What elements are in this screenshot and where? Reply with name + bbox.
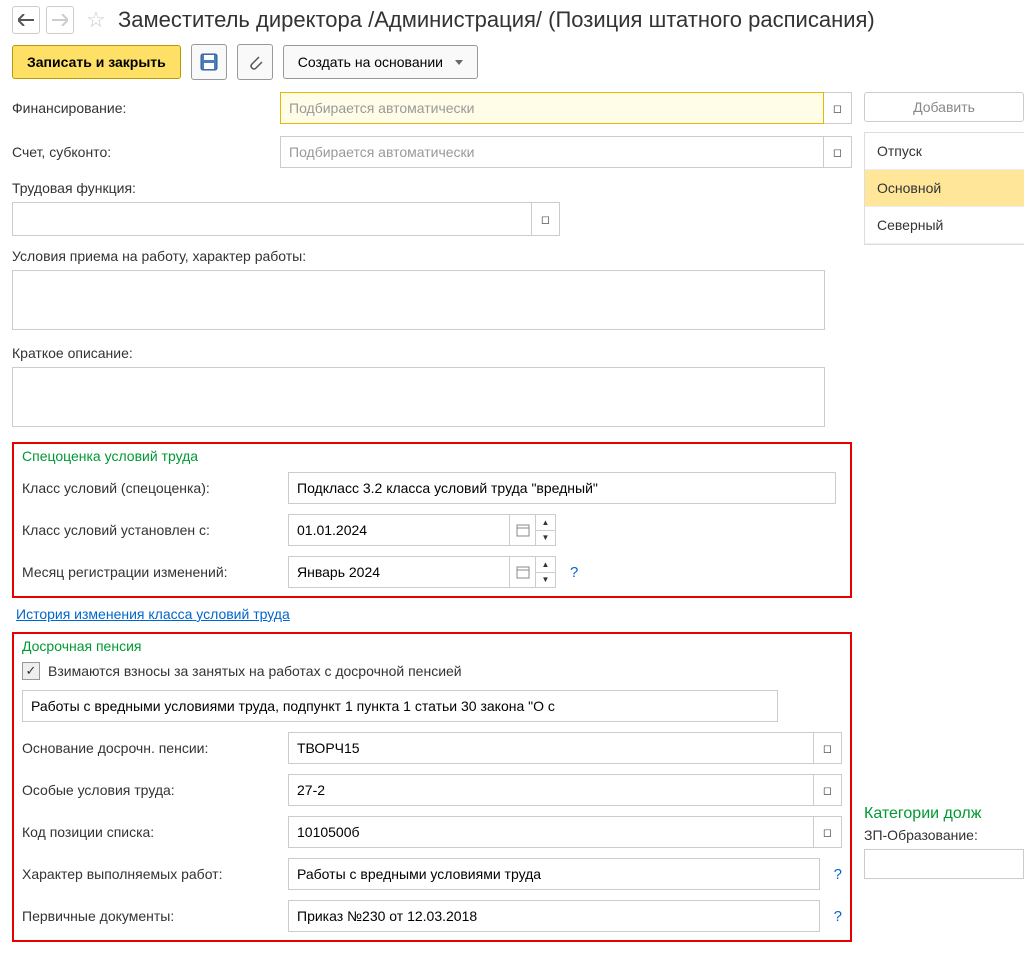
class-set-from-label: Класс условий установлен с:	[22, 522, 280, 538]
special-conditions-label: Особые условия труда:	[22, 782, 280, 798]
calendar-icon[interactable]	[510, 556, 536, 588]
labor-function-label: Трудовая функция:	[12, 180, 852, 196]
special-assessment-group: Спецоценка условий труда Класс условий (…	[12, 442, 852, 598]
employment-conditions-textarea[interactable]	[12, 270, 825, 330]
calendar-icon[interactable]	[510, 514, 536, 546]
spin-down-icon[interactable]: ▼	[536, 531, 555, 546]
help-icon[interactable]: ?	[834, 866, 842, 883]
add-button[interactable]: Добавить	[864, 92, 1024, 122]
create-based-on-button[interactable]: Создать на основании	[283, 45, 478, 79]
create-based-on-label: Создать на основании	[298, 54, 443, 70]
financing-open-icon[interactable]: ◻	[824, 92, 852, 124]
class-set-from-input[interactable]	[288, 514, 510, 546]
labor-function-open-icon[interactable]: ◻	[532, 202, 560, 236]
help-icon[interactable]: ?	[834, 908, 842, 925]
position-code-input[interactable]	[288, 816, 814, 848]
account-label: Счет, субконто:	[12, 144, 272, 160]
short-description-label: Краткое описание:	[12, 345, 852, 361]
zp-education-input[interactable]	[864, 849, 1024, 879]
primary-docs-input[interactable]	[288, 900, 820, 932]
labor-function-input[interactable]	[12, 202, 532, 236]
favorite-star-icon[interactable]: ☆	[84, 8, 108, 32]
help-icon[interactable]: ?	[570, 564, 578, 581]
categories-title: Категории долж	[864, 805, 1024, 823]
attach-button[interactable]	[237, 44, 273, 80]
work-character-input[interactable]	[288, 858, 820, 890]
work-character-label: Характер выполняемых работ:	[22, 866, 280, 882]
pension-basis-label: Основание досрочн. пенсии:	[22, 740, 280, 756]
early-pension-title: Досрочная пенсия	[22, 638, 842, 654]
primary-docs-label: Первичные документы:	[22, 908, 280, 924]
lookup-open-icon[interactable]: ◻	[814, 774, 842, 806]
reg-month-label: Месяц регистрации изменений:	[22, 564, 280, 580]
account-open-icon[interactable]: ◻	[824, 136, 852, 168]
save-and-close-button[interactable]: Записать и закрыть	[12, 45, 181, 79]
vacation-type-list: Отпуск Основной Северный	[864, 132, 1024, 245]
financing-input[interactable]	[280, 92, 824, 124]
short-description-textarea[interactable]	[12, 367, 825, 427]
save-button[interactable]	[191, 44, 227, 80]
early-pension-group: Досрочная пенсия ✓ Взимаются взносы за з…	[12, 632, 852, 942]
list-item[interactable]: Основной	[865, 170, 1024, 207]
pension-contrib-checkbox[interactable]: ✓	[22, 662, 40, 680]
reg-month-input[interactable]	[288, 556, 510, 588]
nav-forward-button[interactable]	[46, 6, 74, 34]
account-input[interactable]	[280, 136, 824, 168]
position-code-label: Код позиции списка:	[22, 824, 280, 840]
pension-basis-input[interactable]	[288, 732, 814, 764]
class-conditions-input[interactable]	[288, 472, 836, 504]
employment-conditions-label: Условия приема на работу, характер работ…	[12, 248, 852, 264]
lookup-open-icon[interactable]: ◻	[814, 816, 842, 848]
spin-up-icon[interactable]: ▲	[536, 557, 555, 573]
page-title: Заместитель директора /Администрация/ (П…	[118, 7, 875, 33]
list-item[interactable]: Северный	[865, 207, 1024, 244]
spin-down-icon[interactable]: ▼	[536, 573, 555, 588]
zp-education-label: ЗП-Образование:	[864, 827, 1024, 843]
special-assessment-title: Спецоценка условий труда	[22, 448, 842, 464]
financing-label: Финансирование:	[12, 100, 272, 116]
list-item[interactable]: Отпуск	[865, 133, 1024, 170]
class-conditions-label: Класс условий (спецоценка):	[22, 480, 280, 496]
spin-up-icon[interactable]: ▲	[536, 515, 555, 531]
special-conditions-input[interactable]	[288, 774, 814, 806]
pension-description-input[interactable]	[22, 690, 778, 722]
nav-back-button[interactable]	[12, 6, 40, 34]
pension-contrib-label: Взимаются взносы за занятых на работах с…	[48, 663, 462, 679]
lookup-open-icon[interactable]: ◻	[814, 732, 842, 764]
history-link[interactable]: История изменения класса условий труда	[16, 606, 290, 622]
